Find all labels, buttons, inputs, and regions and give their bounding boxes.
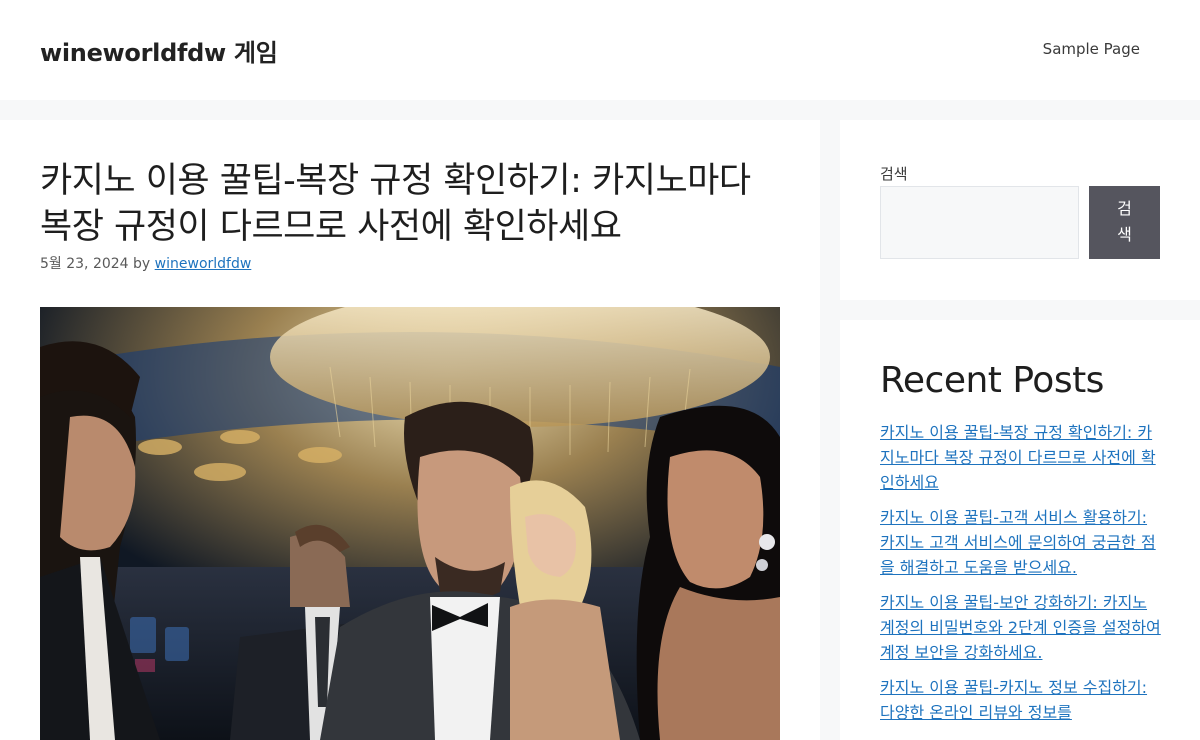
recent-posts-title: Recent Posts	[880, 360, 1104, 401]
list-item: 카지노 이용 꿀팁-카지노 정보 수집하기: 다양한 온라인 리뷰와 정보를	[880, 675, 1165, 725]
search-button[interactable]: 검색	[1089, 186, 1160, 259]
recent-posts-list: 카지노 이용 꿀팁-복장 규정 확인하기: 카지노마다 복장 규정이 다르므로 …	[880, 420, 1165, 735]
recent-post-link[interactable]: 카지노 이용 꿀팁-카지노 정보 수집하기: 다양한 온라인 리뷰와 정보를	[880, 678, 1147, 722]
nav-link-sample-page[interactable]: Sample Page	[1043, 40, 1140, 58]
post-by-label: by	[133, 256, 151, 272]
post-author-link[interactable]: wineworldfdw	[155, 256, 252, 272]
featured-image	[40, 307, 780, 740]
search-widget: 검색 검색	[840, 120, 1200, 300]
post-date: 5월 23, 2024	[40, 256, 129, 272]
post-title: 카지노 이용 꿀팁-복장 규정 확인하기: 카지노마다 복장 규정이 다르므로 …	[40, 161, 751, 247]
site-title[interactable]: wineworldfdw 게임	[40, 33, 278, 68]
recent-post-link[interactable]: 카지노 이용 꿀팁-보안 강화하기: 카지노 계정의 비밀번호와 2단계 인증을…	[880, 593, 1161, 662]
recent-post-link[interactable]: 카지노 이용 꿀팁-복장 규정 확인하기: 카지노마다 복장 규정이 다르므로 …	[880, 423, 1156, 492]
post-meta: 5월 23, 2024 by wineworldfdw	[40, 253, 251, 273]
list-item: 카지노 이용 꿀팁-보안 강화하기: 카지노 계정의 비밀번호와 2단계 인증을…	[880, 590, 1165, 665]
search-input[interactable]	[880, 186, 1079, 259]
recent-post-link[interactable]: 카지노 이용 꿀팁-고객 서비스 활용하기: 카지노 고객 서비스에 문의하여 …	[880, 508, 1156, 577]
list-item: 카지노 이용 꿀팁-고객 서비스 활용하기: 카지노 고객 서비스에 문의하여 …	[880, 505, 1165, 580]
list-item: 카지노 이용 꿀팁-복장 규정 확인하기: 카지노마다 복장 규정이 다르므로 …	[880, 420, 1165, 495]
main-content: 카지노 이용 꿀팁-복장 규정 확인하기: 카지노마다 복장 규정이 다르므로 …	[0, 120, 820, 740]
search-label: 검색	[880, 165, 908, 183]
recent-posts-widget: Recent Posts 카지노 이용 꿀팁-복장 규정 확인하기: 카지노마다…	[840, 320, 1200, 740]
site-header: wineworldfdw 게임 Sample Page	[0, 0, 1200, 100]
